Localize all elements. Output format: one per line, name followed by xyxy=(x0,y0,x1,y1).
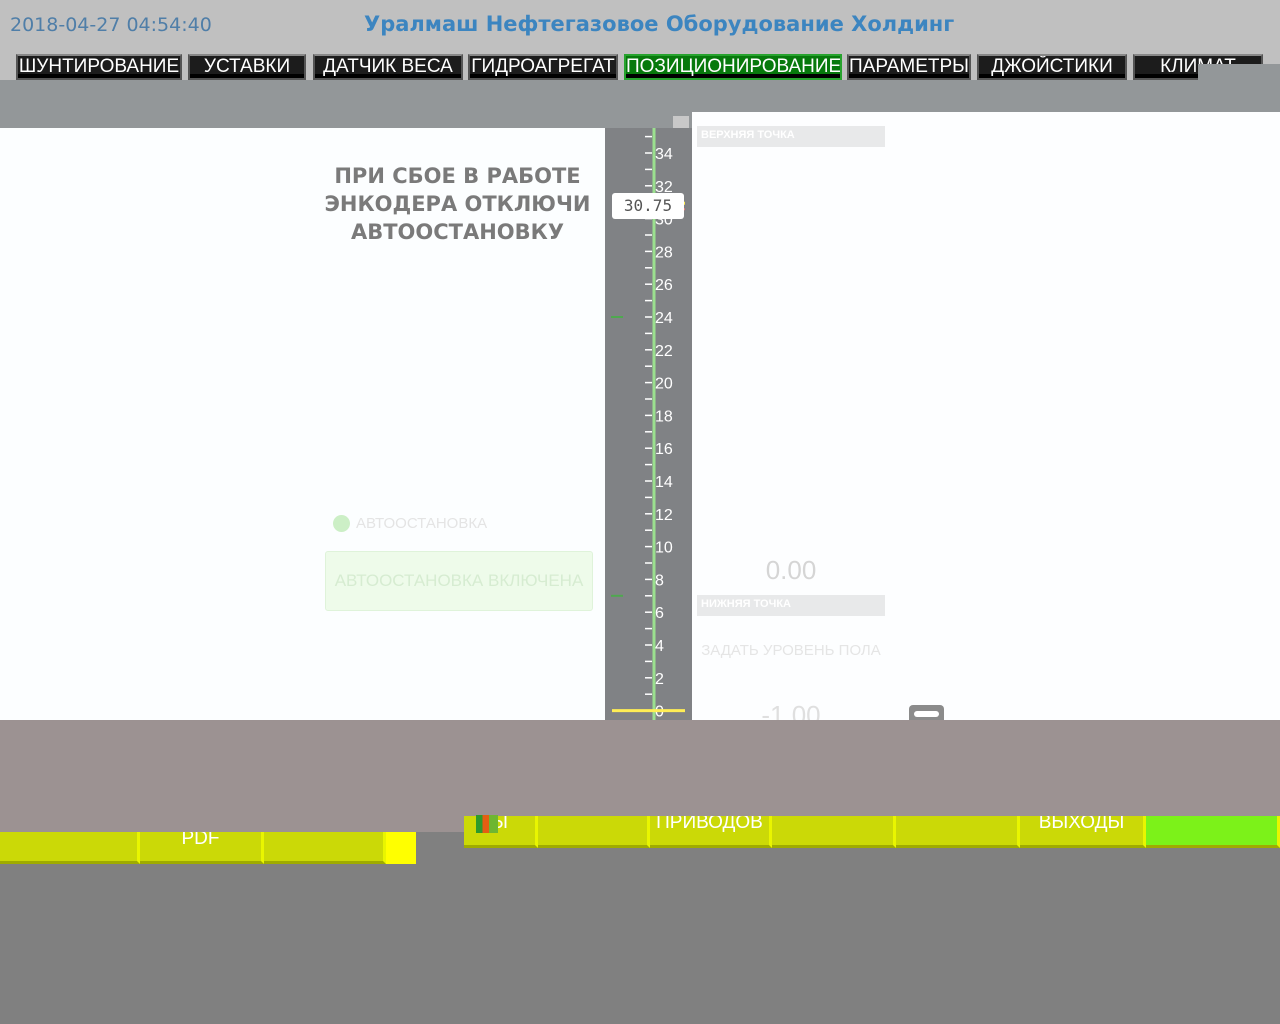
footer-button-6[interactable] xyxy=(772,816,896,848)
footer-button-7[interactable] xyxy=(896,816,1020,848)
set-floor-level-label: ЗАДАТЬ УРОВЕНЬ ПОЛА xyxy=(701,642,881,659)
tab-bar: ШУНТИРОВАНИЕ УСТАВКИ ДАТЧИК ВЕСА ГИДРОАГ… xyxy=(0,50,1280,80)
footer-button-9[interactable] xyxy=(1146,816,1280,848)
scale-tick-label: 16 xyxy=(655,441,673,458)
tab-weight-sensor[interactable]: ДАТЧИК ВЕСА xyxy=(313,54,463,80)
tab-joysticks[interactable]: ДЖОЙСТИКИ xyxy=(977,54,1127,80)
company-title: Уралмаш Нефтегазовое Оборудование Холдин… xyxy=(364,12,955,36)
glitch-icon xyxy=(476,815,498,833)
scale-tick-label: 12 xyxy=(655,507,673,524)
tab-setpoints[interactable]: УСТАВКИ xyxy=(188,54,306,80)
tab-hydraulic-unit[interactable]: ГИДРОАГРЕГАТ xyxy=(468,54,618,80)
scale-tick-label: 20 xyxy=(655,376,673,393)
scale-tick-label: 10 xyxy=(655,540,673,557)
upper-point-value[interactable]: 0.00 xyxy=(697,555,885,586)
corner-block xyxy=(1198,64,1280,114)
scale-tick-label: 8 xyxy=(655,572,664,589)
footer-button-5[interactable] xyxy=(538,816,650,848)
footer-button-3[interactable] xyxy=(264,832,386,864)
scale-tick-label: 6 xyxy=(655,605,664,622)
positions-panel xyxy=(692,112,1280,720)
encoder-warning: ПРИ СБОЕ В РАБОТЕ ЭНКОДЕРА ОТКЛЮЧИ АВТОО… xyxy=(324,164,591,244)
lower-point-label: НИЖНЯЯ ТОЧКА xyxy=(697,595,885,616)
position-scale: 3432302826242220181614121086420 xyxy=(605,128,692,736)
footer-button-pdf[interactable]: PDF xyxy=(140,832,264,864)
scale-tick-label: 18 xyxy=(655,408,673,425)
scale-tick-label: 28 xyxy=(655,244,673,261)
scale-tick-label: 34 xyxy=(655,146,673,163)
autostop-button[interactable]: АВТООСТАНОВКА ВКЛЮЧЕНА xyxy=(325,551,593,611)
status-led-icon xyxy=(333,514,350,532)
scale-tick-label: 2 xyxy=(655,671,664,688)
scale-corner xyxy=(673,116,689,128)
upper-point-label: ВЕРХНЯЯ ТОЧКА xyxy=(697,126,885,147)
tab-positioning[interactable]: ПОЗИЦИОНИРОВАНИЕ xyxy=(624,54,842,80)
scale-svg: 3432302826242220181614121086420 xyxy=(611,128,685,736)
tab-shunting[interactable]: ШУНТИРОВАНИЕ xyxy=(16,54,182,80)
autostop-indicator: АВТООСТАНОВКА xyxy=(333,512,487,534)
footer-button-1[interactable] xyxy=(0,832,140,864)
footer-yellow-block xyxy=(386,832,416,864)
datetime: 2018-04-27 04:54:40 xyxy=(10,14,212,36)
scale-tick-label: 4 xyxy=(655,638,664,655)
header-bar: 2018-04-27 04:54:40 Уралмаш Нефтегазовое… xyxy=(0,0,1280,50)
tab-parameters[interactable]: ПАРАМЕТРЫ xyxy=(847,54,971,80)
current-position-value: 30.75 xyxy=(612,193,684,219)
scale-tick-label: 26 xyxy=(655,277,673,294)
scale-tick-label: 14 xyxy=(655,474,673,491)
footer-button-outputs[interactable]: ВЫХОДЫ xyxy=(1020,816,1146,848)
scale-tick-label: 24 xyxy=(655,310,673,327)
autostop-label: АВТООСТАНОВКА xyxy=(356,514,488,532)
scale-tick-label: 22 xyxy=(655,343,673,360)
footer-button-drives[interactable]: ПРИВОДОВ xyxy=(650,816,772,848)
